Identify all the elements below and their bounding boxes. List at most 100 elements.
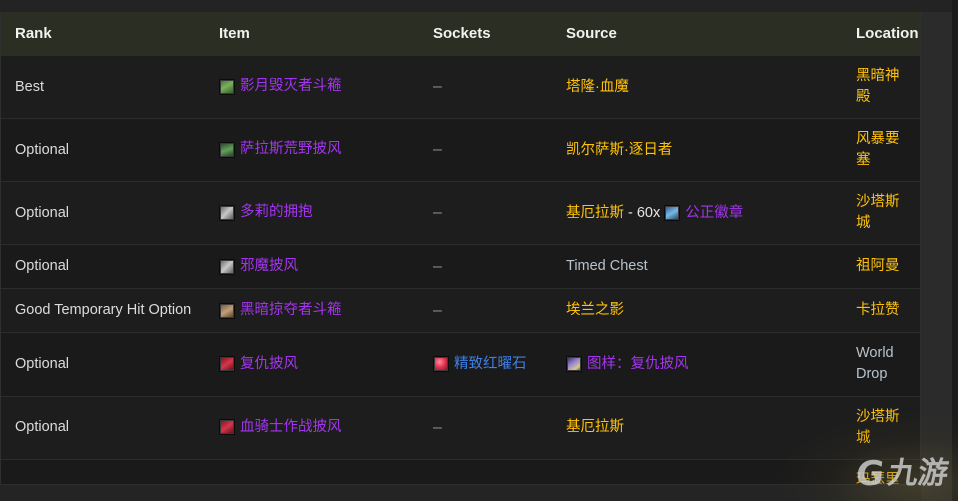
loot-table-container: Rank Item Sockets Source Location Best 影月… xyxy=(0,12,921,485)
table-body: Best 影月毁灭者斗篐 – 塔隆·血魔 黑暗神殿 Optional 萨拉斯荒野披风 – 凯尔萨… xyxy=(1,54,920,484)
source-link[interactable]: 图样：复仇披风 xyxy=(566,354,689,375)
cell-rank: Optional xyxy=(1,332,205,396)
table-row[interactable]: Optional 邪魔披风 – Timed Chest 祖阿曼 xyxy=(1,244,920,289)
cell-source: 基厄拉斯 - 60x 公正徽章 xyxy=(552,181,842,245)
rank-label: Good Temporary Hit Option xyxy=(15,302,192,319)
source-link-label: 凯尔萨斯·逐日者 xyxy=(566,141,673,158)
empty-socket-dash: – xyxy=(433,141,442,159)
column-header-location[interactable]: Location xyxy=(842,12,920,56)
source-link[interactable]: Timed Chest xyxy=(566,256,648,277)
cell-sockets: – xyxy=(419,395,552,460)
table-head: Rank Item Sockets Source Location xyxy=(1,12,920,56)
rank-label: Optional xyxy=(15,355,70,372)
item-link-label: 多莉的拥抱 xyxy=(240,204,313,221)
column-header-item[interactable]: Item xyxy=(205,12,419,56)
source-link[interactable]: 基厄拉斯 xyxy=(566,417,624,438)
empty-socket-dash: – xyxy=(433,78,442,96)
cell-location: 卡拉赞 xyxy=(842,288,920,333)
source-parts: 基厄拉斯 - 60x 公正徽章 xyxy=(566,203,830,224)
cell-location: World Drop xyxy=(842,332,920,396)
cell-source: 塔隆·血魔 xyxy=(552,54,842,119)
table-row[interactable]: Optional 复仇披风 精致红曜石 图样：复仇披风 World Drop xyxy=(1,332,920,396)
source-link[interactable]: - 60x xyxy=(628,203,660,224)
item-link[interactable]: 血骑士作战披风 xyxy=(219,417,342,438)
item-link[interactable]: 黑暗掠夺者斗篐 xyxy=(219,300,342,321)
cell-rank: Optional xyxy=(1,395,205,460)
item-icon-cloak-bloodknight xyxy=(219,419,235,436)
column-header-source[interactable]: Source xyxy=(552,12,842,56)
item-link[interactable]: 影月毁灭者斗篐 xyxy=(219,76,342,97)
location-label: 风暴要塞 xyxy=(856,131,900,169)
location-label: 黑暗神殿 xyxy=(856,68,900,106)
source-link-label: 基厄拉斯 xyxy=(566,419,624,435)
table-row[interactable]: Optional深渊猎手披风–玛瑟里顿玛瑟里顿的巢穴 xyxy=(1,458,920,484)
location-label: World Drop xyxy=(856,345,894,383)
source-link-label: - 60x xyxy=(628,204,661,221)
cell-sockets: – xyxy=(419,458,552,484)
cell-location: 沙塔斯城 xyxy=(842,395,920,460)
source-link[interactable]: 基厄拉斯 xyxy=(566,203,624,224)
item-link-label: 邪魔披风 xyxy=(240,258,298,274)
rank-label: Optional xyxy=(15,204,70,221)
item-link[interactable]: 复仇披风 xyxy=(219,354,298,375)
cell-location: 风暴要塞 xyxy=(842,118,920,182)
column-header-rank[interactable]: Rank xyxy=(1,12,205,56)
item-icon-cloak-fel xyxy=(219,258,235,275)
cell-item: 影月毁灭者斗篐 xyxy=(205,54,419,119)
source-parts: 塔隆·血魔 xyxy=(566,77,830,98)
item-icon-cloak-vengeance xyxy=(219,356,235,373)
table-row[interactable]: Good Temporary Hit Option 黑暗掠夺者斗篐 – 埃兰之影 卡拉赞 xyxy=(1,288,920,333)
cell-item: 黑暗掠夺者斗篐 xyxy=(205,288,419,333)
cell-source: Timed Chest xyxy=(552,244,842,289)
empty-socket-dash: – xyxy=(433,418,442,436)
item-link[interactable]: 多莉的拥抱 xyxy=(219,202,313,223)
rank-label: Optional xyxy=(15,141,70,158)
item-icon-cloak-darkstalker xyxy=(219,302,235,319)
cell-rank: Optional xyxy=(1,244,205,289)
cell-item: 血骑士作战披风 xyxy=(205,395,419,460)
table-row[interactable]: Best 影月毁灭者斗篐 – 塔隆·血魔 黑暗神殿 xyxy=(1,54,920,119)
table-row[interactable]: Optional 多莉的拥抱 – 基厄拉斯 - 60x 公正徽章 沙塔斯城 xyxy=(1,181,920,245)
source-parts: 埃兰之影 xyxy=(566,300,830,321)
source-link-label: 基厄拉斯 xyxy=(566,204,624,221)
cell-sockets: – xyxy=(419,118,552,182)
empty-socket-dash: – xyxy=(433,258,442,276)
item-icon-cloak-dory xyxy=(219,204,235,221)
item-icon-cloak-shadowmoon xyxy=(219,78,235,95)
source-parts: 凯尔萨斯·逐日者 xyxy=(566,140,830,161)
item-link-label: 复仇披风 xyxy=(240,355,298,372)
currency-icon-badge-of-justice xyxy=(664,205,681,222)
loot-table: Rank Item Sockets Source Location Best 影月… xyxy=(1,12,920,484)
source-link[interactable]: 埃兰之影 xyxy=(566,300,624,321)
item-link[interactable]: 邪魔披风 xyxy=(219,256,298,277)
cell-source: 玛瑟里顿 xyxy=(552,458,842,484)
source-link[interactable]: 塔隆·血魔 xyxy=(566,77,629,98)
table-row[interactable]: Optional 血骑士作战披风 – 基厄拉斯 沙塔斯城 xyxy=(1,395,920,460)
cell-rank: Optional xyxy=(1,458,205,484)
source-link[interactable]: 公正徽章 xyxy=(664,203,743,224)
source-link-label: 公正徽章 xyxy=(685,204,744,221)
cell-item: 萨拉斯荒野披风 xyxy=(205,118,419,182)
item-link[interactable]: 萨拉斯荒野披风 xyxy=(219,139,342,160)
column-header-sockets[interactable]: Sockets xyxy=(419,12,552,56)
cell-sockets: – xyxy=(419,244,552,289)
source-link-label: 埃兰之影 xyxy=(566,302,624,319)
location-label: 沙塔斯城 xyxy=(856,194,900,232)
table-row[interactable]: Optional 萨拉斯荒野披风 – 凯尔萨斯·逐日者 风暴要塞 xyxy=(1,118,920,182)
cell-sockets: – xyxy=(419,181,552,245)
gem-icon-red xyxy=(433,356,449,373)
source-link[interactable]: 凯尔萨斯·逐日者 xyxy=(566,140,672,161)
cell-source: 图样：复仇披风 xyxy=(552,332,842,396)
gem-link[interactable]: 精致红曜石 xyxy=(433,354,527,375)
cell-item: 复仇披风 xyxy=(205,332,419,396)
source-parts: 图样：复仇披风 xyxy=(566,354,830,375)
item-link-label: 影月毁灭者斗篐 xyxy=(240,78,342,95)
page-root: Rank Item Sockets Source Location Best 影月… xyxy=(0,0,958,501)
source-parts: Timed Chest xyxy=(566,256,830,277)
location-label: 卡拉赞 xyxy=(856,302,900,319)
item-link-label: 黑暗掠夺者斗篐 xyxy=(240,302,342,319)
right-edge-strip xyxy=(952,0,958,501)
pattern-icon-vengeance-wrap xyxy=(566,356,582,373)
empty-socket-dash: – xyxy=(433,204,442,222)
empty-socket-dash: – xyxy=(433,302,442,320)
